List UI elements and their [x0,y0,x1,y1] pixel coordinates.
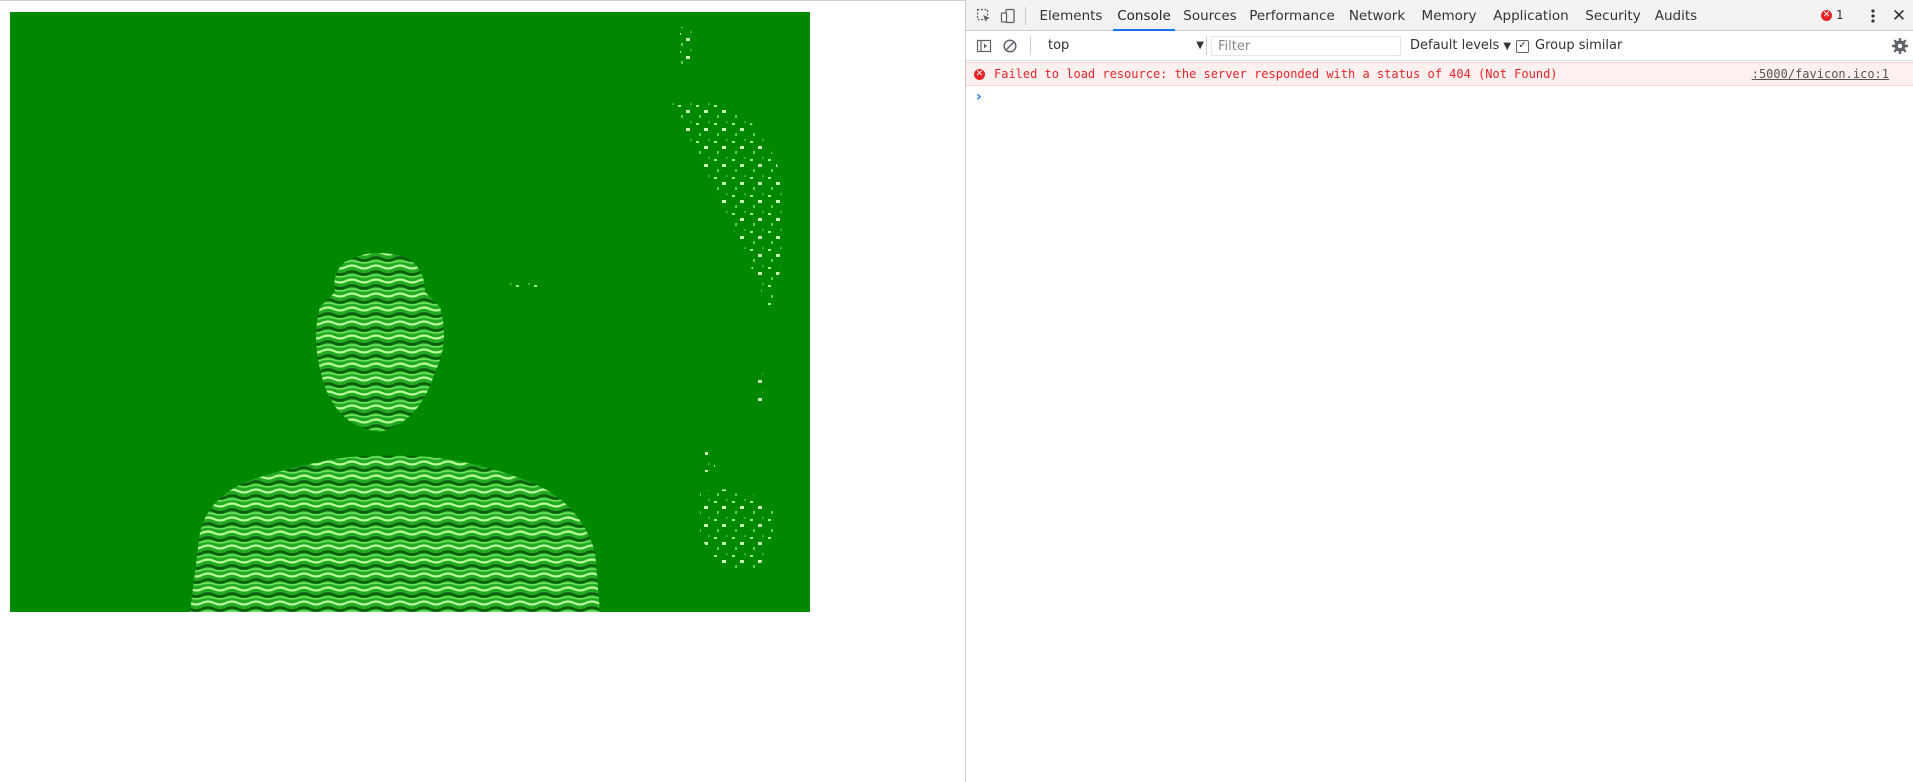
filter-input[interactable] [1211,36,1401,56]
close-devtools-icon[interactable]: ✕ [1890,6,1908,26]
depth-image [10,12,810,612]
tab-application[interactable]: Application [1488,0,1574,31]
tab-security[interactable]: Security [1582,0,1644,31]
toolbar-separator [1030,37,1031,55]
log-levels-label: Default levels [1410,38,1500,53]
page-viewport [0,0,965,782]
inspect-element-icon[interactable] [974,6,994,26]
group-similar-checkbox[interactable]: ✓ [1516,39,1529,53]
context-selector[interactable]: top ▼ [1048,36,1204,56]
error-count-label: 1 [1836,8,1844,22]
context-value: top [1048,38,1070,53]
tab-performance[interactable]: Performance [1246,0,1338,31]
console-prompt[interactable]: › [976,87,982,107]
group-similar-label: Group similar [1535,38,1623,53]
device-toolbar-icon[interactable] [998,6,1018,26]
more-options-icon[interactable] [1866,6,1880,26]
toolbar-separator [1206,37,1207,55]
console-toolbar: top ▼ Default levels▼ ✓ Group similar [966,31,1913,61]
tab-network[interactable]: Network [1344,0,1410,31]
devtools-toolbar: Elements Console Sources Performance Net… [966,0,1913,31]
error-message-text: Failed to load resource: the server resp… [994,67,1558,81]
clear-console-icon[interactable] [1000,36,1020,56]
tab-memory[interactable]: Memory [1418,0,1480,31]
tab-audits[interactable]: Audits [1650,0,1702,31]
tab-sources[interactable]: Sources [1179,0,1241,31]
show-sidebar-icon[interactable] [974,36,994,56]
toolbar-separator [1025,7,1026,25]
dropdown-arrow-icon: ▼ [1196,40,1204,51]
depth-image-graphic [10,12,810,612]
console-error-message: ✕ Failed to load resource: the server re… [966,62,1913,86]
tab-console[interactable]: Console [1113,0,1175,31]
group-similar-toggle[interactable]: ✓ Group similar [1516,36,1622,56]
dropdown-arrow-icon: ▼ [1503,41,1512,52]
log-levels-dropdown[interactable]: Default levels ▼ [1410,36,1511,56]
error-counter[interactable]: ✕ 1 [1821,8,1844,22]
tab-elements[interactable]: Elements [1033,0,1109,31]
error-source-link[interactable]: :5000/favicon.ico:1 [1752,63,1889,85]
console-settings-icon[interactable] [1890,36,1910,56]
error-icon: ✕ [974,69,985,80]
error-icon: ✕ [1821,9,1832,21]
devtools-panel: Elements Console Sources Performance Net… [965,0,1913,782]
